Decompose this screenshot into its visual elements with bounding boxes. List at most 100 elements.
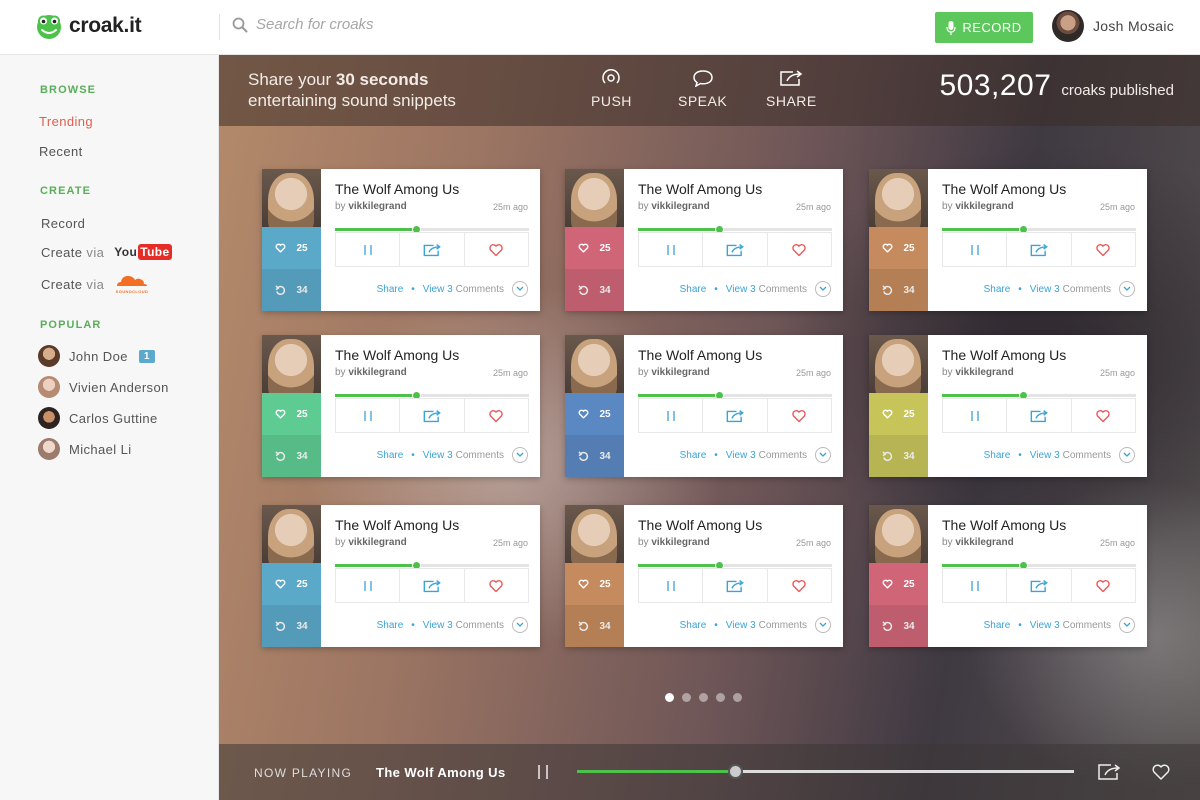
like-button[interactable] <box>465 569 528 602</box>
card-thumbnail[interactable] <box>869 505 928 563</box>
share-button[interactable] <box>1007 569 1072 602</box>
card-thumbnail[interactable] <box>869 169 928 227</box>
now-playing-progress[interactable] <box>577 764 1074 779</box>
sidebar-item-create-soundcloud[interactable]: Create via SOUNDCLOUD <box>41 273 150 295</box>
croak-card[interactable]: 25 34 The Wolf Among Us by vikkilegrand … <box>565 169 843 311</box>
share-button[interactable] <box>1007 399 1072 432</box>
like-button[interactable] <box>1072 399 1135 432</box>
view-comments-link[interactable]: View 3 Comments <box>726 620 807 631</box>
card-author[interactable]: by vikkilegrand <box>335 367 407 378</box>
sidebar-item-create-youtube[interactable]: Create via You Tube <box>41 244 172 260</box>
view-comments-link[interactable]: View 3 Comments <box>726 284 807 295</box>
share-button[interactable] <box>400 399 465 432</box>
sidebar-item-record[interactable]: Record <box>41 216 85 231</box>
card-thumbnail[interactable] <box>262 505 321 563</box>
expand-button[interactable] <box>1119 617 1135 633</box>
pause-button[interactable] <box>639 233 704 266</box>
card-title[interactable]: The Wolf Among Us <box>638 347 762 363</box>
card-title[interactable]: The Wolf Among Us <box>638 181 762 197</box>
croak-card[interactable]: 25 34 The Wolf Among Us by vikkilegrand … <box>869 335 1147 477</box>
sidebar-item-trending[interactable]: Trending <box>39 114 93 129</box>
croak-card[interactable]: 25 34 The Wolf Among Us by vikkilegrand … <box>262 335 540 477</box>
view-comments-link[interactable]: View 3 Comments <box>1030 450 1111 461</box>
share-link[interactable]: Share <box>984 284 1011 295</box>
card-author[interactable]: by vikkilegrand <box>638 367 710 378</box>
page-dot[interactable] <box>665 693 674 702</box>
like-button[interactable] <box>768 233 831 266</box>
search-bar[interactable] <box>232 16 556 33</box>
heart-icon[interactable] <box>1151 763 1171 781</box>
card-progress[interactable] <box>942 225 1136 234</box>
share-link[interactable]: Share <box>680 620 707 631</box>
page-dot[interactable] <box>733 693 742 702</box>
share-link[interactable]: Share <box>377 284 404 295</box>
share-icon[interactable] <box>1096 762 1122 782</box>
pause-button[interactable] <box>336 569 401 602</box>
share-link[interactable]: Share <box>377 620 404 631</box>
croak-card[interactable]: 25 34 The Wolf Among Us by vikkilegrand … <box>262 505 540 647</box>
popular-user-carlos-guttine[interactable]: Carlos Guttine <box>38 407 158 429</box>
share-button[interactable] <box>703 233 768 266</box>
search-input[interactable] <box>256 16 556 33</box>
pause-button[interactable] <box>943 399 1008 432</box>
card-progress[interactable] <box>942 391 1136 400</box>
share-link[interactable]: Share <box>984 450 1011 461</box>
share-link[interactable]: Share <box>680 450 707 461</box>
expand-button[interactable] <box>1119 447 1135 463</box>
expand-button[interactable] <box>815 447 831 463</box>
sidebar-item-recent[interactable]: Recent <box>39 144 83 159</box>
like-button[interactable] <box>768 399 831 432</box>
pause-button[interactable] <box>336 399 401 432</box>
card-author[interactable]: by vikkilegrand <box>942 537 1014 548</box>
croak-card[interactable]: 25 34 The Wolf Among Us by vikkilegrand … <box>869 169 1147 311</box>
share-link[interactable]: Share <box>377 450 404 461</box>
card-thumbnail[interactable] <box>869 335 928 393</box>
card-author[interactable]: by vikkilegrand <box>942 201 1014 212</box>
pause-button[interactable] <box>639 569 704 602</box>
card-title[interactable]: The Wolf Among Us <box>638 517 762 533</box>
record-button[interactable]: RECORD <box>935 12 1033 43</box>
expand-button[interactable] <box>512 617 528 633</box>
card-title[interactable]: The Wolf Among Us <box>335 347 459 363</box>
view-comments-link[interactable]: View 3 Comments <box>726 450 807 461</box>
card-title[interactable]: The Wolf Among Us <box>942 347 1066 363</box>
croak-card[interactable]: 25 34 The Wolf Among Us by vikkilegrand … <box>869 505 1147 647</box>
pause-button[interactable] <box>943 233 1008 266</box>
share-link[interactable]: Share <box>984 620 1011 631</box>
card-progress[interactable] <box>942 561 1136 570</box>
view-comments-link[interactable]: View 3 Comments <box>423 284 504 295</box>
card-title[interactable]: The Wolf Among Us <box>335 517 459 533</box>
card-author[interactable]: by vikkilegrand <box>335 537 407 548</box>
pause-button[interactable] <box>639 399 704 432</box>
card-progress[interactable] <box>335 225 529 234</box>
card-thumbnail[interactable] <box>262 169 321 227</box>
like-button[interactable] <box>1072 569 1135 602</box>
share-button[interactable] <box>400 233 465 266</box>
card-author[interactable]: by vikkilegrand <box>638 201 710 212</box>
progress-knob[interactable] <box>728 764 744 779</box>
expand-button[interactable] <box>512 281 528 297</box>
user-menu[interactable]: Josh Mosaic <box>1052 10 1174 42</box>
card-progress[interactable] <box>335 561 529 570</box>
croak-card[interactable]: 25 34 The Wolf Among Us by vikkilegrand … <box>565 505 843 647</box>
like-button[interactable] <box>465 399 528 432</box>
pause-icon[interactable] <box>535 763 551 781</box>
expand-button[interactable] <box>815 617 831 633</box>
popular-user-john-doe[interactable]: John Doe 1 <box>38 345 155 367</box>
card-progress[interactable] <box>638 225 832 234</box>
card-progress[interactable] <box>335 391 529 400</box>
like-button[interactable] <box>768 569 831 602</box>
card-author[interactable]: by vikkilegrand <box>638 537 710 548</box>
popular-user-vivien-anderson[interactable]: Vivien Anderson <box>38 376 169 398</box>
page-dot[interactable] <box>682 693 691 702</box>
view-comments-link[interactable]: View 3 Comments <box>1030 620 1111 631</box>
card-author[interactable]: by vikkilegrand <box>335 201 407 212</box>
share-button[interactable] <box>400 569 465 602</box>
logo[interactable]: croak.it <box>35 12 142 40</box>
croak-card[interactable]: 25 34 The Wolf Among Us by vikkilegrand … <box>262 169 540 311</box>
card-thumbnail[interactable] <box>565 169 624 227</box>
card-thumbnail[interactable] <box>565 505 624 563</box>
page-dot[interactable] <box>716 693 725 702</box>
share-button[interactable] <box>703 569 768 602</box>
croak-card[interactable]: 25 34 The Wolf Among Us by vikkilegrand … <box>565 335 843 477</box>
